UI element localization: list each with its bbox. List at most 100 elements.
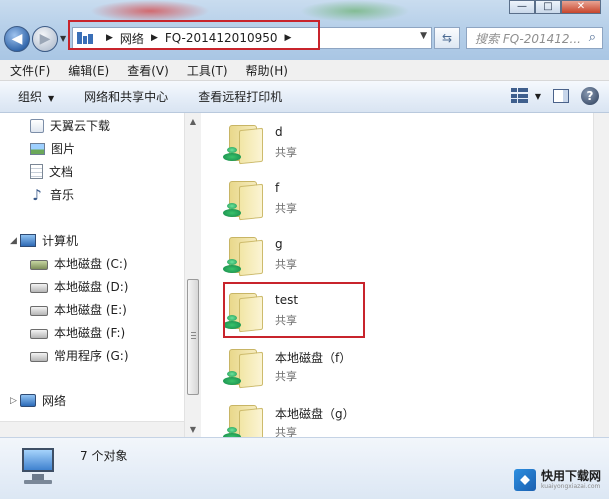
share-name: g bbox=[275, 237, 283, 251]
share-item-d[interactable]: d 共享 bbox=[223, 119, 423, 169]
nav-item-drive-c[interactable]: 本地磁盘 (C:) bbox=[30, 255, 128, 272]
shared-folder-icon bbox=[223, 123, 267, 165]
system-drive-icon bbox=[30, 260, 48, 270]
chevron-down-icon: ▼ bbox=[48, 94, 55, 103]
share-subtitle: 共享 bbox=[275, 146, 297, 159]
back-button[interactable]: ◀ bbox=[4, 26, 30, 52]
maximize-button[interactable]: □ bbox=[535, 0, 561, 14]
drive-icon bbox=[30, 329, 48, 339]
nav-item-documents[interactable]: 文档 bbox=[30, 163, 73, 180]
shared-folder-icon bbox=[223, 235, 267, 277]
preview-pane-icon[interactable] bbox=[553, 89, 569, 103]
nav-item-label: 本地磁盘 (C:) bbox=[54, 257, 128, 271]
object-count: 7 个对象 bbox=[80, 449, 128, 463]
search-placeholder: 搜索 FQ-201412... bbox=[475, 31, 581, 46]
drive-icon bbox=[30, 283, 48, 293]
navigation-pane: 天翼云下载 图片 文档 ♪ 音乐 ◢ 计算机 本地磁盘 (C:) 本地磁盘 (D… bbox=[0, 113, 188, 437]
help-icon[interactable]: ? bbox=[581, 87, 599, 105]
menu-tools[interactable]: 工具(T) bbox=[187, 62, 228, 79]
pictures-icon bbox=[30, 142, 45, 155]
command-bar-tools: ▼ ? bbox=[510, 87, 599, 105]
share-item-f[interactable]: f 共享 bbox=[223, 175, 423, 225]
share-subtitle: 共享 bbox=[275, 258, 297, 271]
watermark-logo-icon bbox=[513, 469, 536, 491]
nav-item-drive-g[interactable]: 常用程序 (G:) bbox=[30, 347, 129, 364]
documents-icon bbox=[30, 164, 43, 179]
menu-help[interactable]: 帮助(H) bbox=[246, 62, 288, 79]
content-vertical-scrollbar[interactable] bbox=[593, 113, 609, 437]
content-pane: d 共享 f 共享 g 共享 test 共享 本地磁盘（f） 共享 本地磁盘（g… bbox=[201, 113, 593, 445]
nav-item-label: 计算机 bbox=[42, 234, 79, 248]
scroll-thumb[interactable] bbox=[187, 279, 199, 395]
background-blur bbox=[300, 0, 410, 22]
computer-icon bbox=[20, 234, 36, 247]
refresh-button[interactable]: ⇆ bbox=[434, 27, 460, 49]
expand-network-icon[interactable]: ▷ bbox=[10, 396, 17, 406]
view-options-icon[interactable] bbox=[510, 88, 529, 104]
shared-folder-icon bbox=[223, 347, 267, 389]
nav-vertical-scrollbar[interactable]: ▲ ▼ bbox=[184, 113, 201, 437]
command-bar: 组织 ▼ 网络和共享中心 查看远程打印机 ▼ ? bbox=[0, 81, 609, 113]
nav-item-drive-e[interactable]: 本地磁盘 (E:) bbox=[30, 301, 127, 318]
network-center-button[interactable]: 网络和共享中心 bbox=[84, 88, 168, 105]
forward-button[interactable]: ▶ bbox=[32, 26, 58, 52]
window-controls: — □ ✕ bbox=[509, 0, 601, 14]
organize-label: 组织 bbox=[18, 90, 43, 104]
share-item-g[interactable]: g 共享 bbox=[223, 231, 423, 281]
nav-item-pictures[interactable]: 图片 bbox=[30, 140, 75, 157]
watermark-title: 快用下载网 bbox=[540, 469, 601, 483]
search-icon[interactable]: ⌕ bbox=[589, 30, 596, 45]
share-name: f bbox=[275, 181, 280, 195]
nav-item-drive-f[interactable]: 本地磁盘 (F:) bbox=[30, 324, 125, 341]
window-titlebar: — □ ✕ ◀ ▶ ▼ ▶ 网络 ▶ FQ-201412010950 ▶ ▼ ⇆… bbox=[0, 0, 609, 60]
menu-edit[interactable]: 编辑(E) bbox=[68, 62, 109, 79]
network-icon bbox=[20, 394, 36, 407]
nav-item-label: 网络 bbox=[42, 394, 67, 408]
minimize-button[interactable]: — bbox=[509, 0, 535, 14]
chevron-down-icon[interactable]: ▼ bbox=[535, 92, 541, 101]
nav-item-music[interactable]: ♪ 音乐 bbox=[30, 186, 74, 203]
share-item-local-f[interactable]: 本地磁盘（f） 共享 bbox=[223, 343, 423, 393]
share-name: 本地磁盘（g） bbox=[275, 407, 355, 421]
shared-folder-icon bbox=[223, 179, 267, 221]
organize-button[interactable]: 组织 ▼ bbox=[18, 88, 54, 105]
test-highlight-box bbox=[223, 282, 365, 338]
computer-icon bbox=[18, 446, 58, 486]
search-input[interactable]: 搜索 FQ-201412... ⌕ bbox=[466, 27, 603, 49]
watermark-url: kuaiyongxiazai.com bbox=[540, 483, 601, 490]
nav-item-label: 本地磁盘 (E:) bbox=[54, 303, 127, 317]
nav-item-drive-d[interactable]: 本地磁盘 (D:) bbox=[30, 278, 128, 295]
nav-item-computer[interactable]: 计算机 bbox=[20, 232, 78, 249]
remote-printers-button[interactable]: 查看远程打印机 bbox=[198, 88, 282, 105]
menu-view[interactable]: 查看(V) bbox=[127, 62, 169, 79]
menu-file[interactable]: 文件(F) bbox=[10, 62, 50, 79]
menu-bar: 文件(F) 编辑(E) 查看(V) 工具(T) 帮助(H) bbox=[0, 60, 609, 81]
share-subtitle: 共享 bbox=[275, 370, 297, 383]
collapse-computer-icon[interactable]: ◢ bbox=[10, 236, 17, 246]
share-name: 本地磁盘（f） bbox=[275, 351, 352, 365]
nav-item-label: 图片 bbox=[51, 142, 76, 156]
drive-icon bbox=[30, 352, 48, 362]
nav-item-cloud-download[interactable]: 天翼云下载 bbox=[30, 117, 110, 134]
nav-horizontal-scrollbar[interactable] bbox=[0, 421, 184, 437]
nav-item-network[interactable]: 网络 bbox=[20, 392, 66, 409]
address-dropdown-icon[interactable]: ▼ bbox=[420, 31, 427, 41]
nav-item-label: 本地磁盘 (F:) bbox=[54, 326, 126, 340]
scroll-up-icon[interactable]: ▲ bbox=[185, 113, 201, 129]
scroll-down-icon[interactable]: ▼ bbox=[185, 421, 201, 437]
nav-item-label: 音乐 bbox=[50, 188, 75, 202]
nav-item-label: 文档 bbox=[49, 165, 74, 179]
music-icon: ♪ bbox=[32, 185, 42, 204]
share-subtitle: 共享 bbox=[275, 202, 297, 215]
address-highlight-box bbox=[68, 20, 320, 50]
close-button[interactable]: ✕ bbox=[561, 0, 601, 14]
background-blur bbox=[90, 0, 210, 22]
recent-pages-dropdown[interactable]: ▼ bbox=[60, 34, 66, 43]
share-name: d bbox=[275, 125, 283, 139]
cloud-folder-icon bbox=[30, 118, 44, 133]
nav-item-label: 天翼云下载 bbox=[50, 119, 111, 133]
nav-item-label: 本地磁盘 (D:) bbox=[54, 280, 129, 294]
drive-icon bbox=[30, 306, 48, 316]
watermark: 快用下载网 kuaiyongxiazai.com bbox=[513, 469, 601, 491]
nav-item-label: 常用程序 (G:) bbox=[54, 349, 129, 363]
